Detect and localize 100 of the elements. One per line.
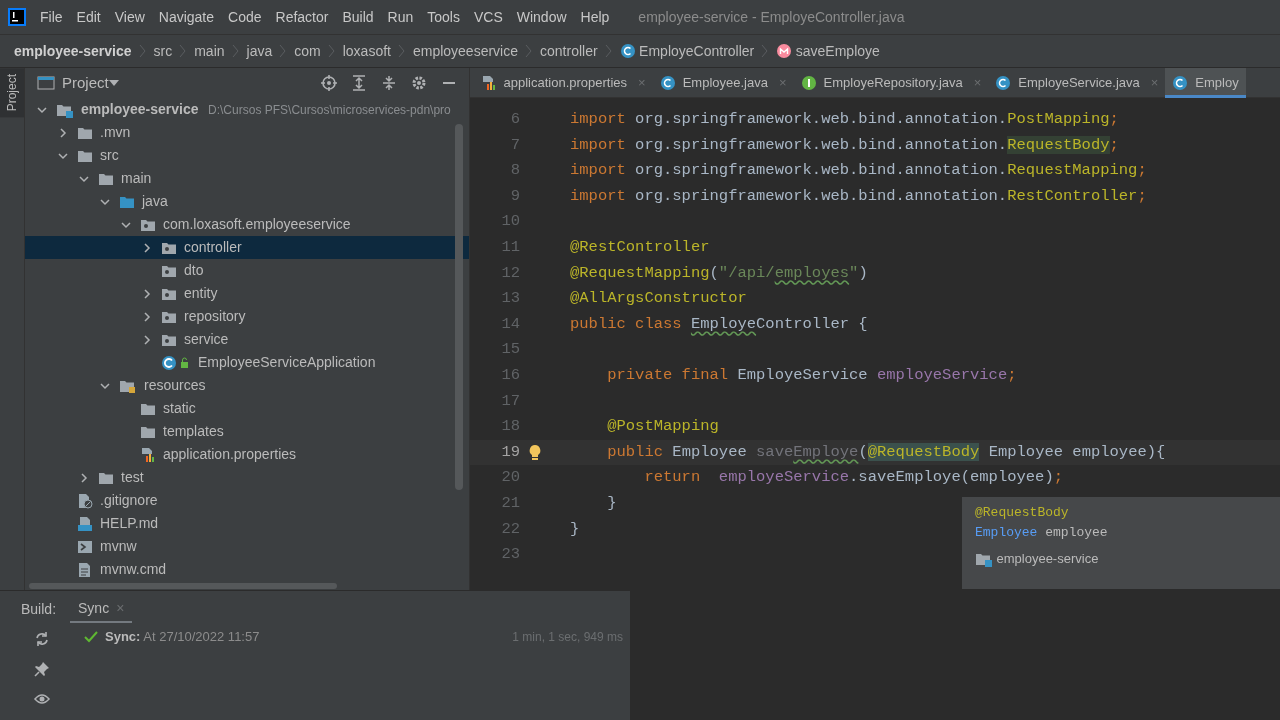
breadcrumb-item[interactable]: EmployeController <box>619 40 755 62</box>
scrollbar[interactable] <box>455 124 463 490</box>
breadcrumb-item[interactable]: main <box>194 40 225 62</box>
menu-item[interactable]: Run <box>380 6 421 28</box>
tree-item[interactable]: employee-service D:\Cursos PFS\Cursos\microservices-pdn\pro <box>25 98 469 121</box>
code-line: import org.springframework.web.bind.annotation.RequestBody; <box>570 134 1119 156</box>
tree-item[interactable]: java <box>25 190 469 213</box>
breadcrumb-label: EmployeController <box>639 41 755 61</box>
line-number: 11 <box>500 236 520 258</box>
line-number: 19 <box>500 441 520 463</box>
breadcrumb-item[interactable]: employeeservice <box>412 40 518 62</box>
menu-item[interactable]: File <box>33 6 70 28</box>
tree-item[interactable]: src <box>25 144 469 167</box>
code-line: return employeService.saveEmploye(employee); <box>643 467 1063 489</box>
project-side-tab[interactable]: Project <box>0 68 24 118</box>
tree-item[interactable]: mvnw <box>25 535 469 558</box>
parameter-signature: Employee employee <box>975 523 1109 542</box>
tree-item[interactable]: EmployeeServiceApplication <box>25 351 469 374</box>
tree-item[interactable]: com.loxasoft.employeeservice <box>25 213 469 236</box>
window-title: employee-service - EmployeController.java <box>638 7 905 27</box>
code-line: @AllArgsConstructor <box>570 288 747 310</box>
build-tab[interactable]: Sync × <box>70 595 133 623</box>
window-icon <box>37 75 55 91</box>
line-number: 8 <box>509 160 520 182</box>
chevron-separator-icon <box>327 44 336 58</box>
tree-item[interactable]: application.properties <box>25 443 469 466</box>
tree-item[interactable]: dto <box>25 259 469 282</box>
build-status-text[interactable]: Sync: At 27/10/2022 11:57 <box>105 627 260 647</box>
editor-tab[interactable]: EmployeRepository.java × <box>793 68 989 98</box>
breadcrumb-item[interactable]: com <box>294 40 321 62</box>
properties-file-icon <box>140 446 156 463</box>
chevron-separator-icon <box>761 44 770 58</box>
tree-item[interactable]: resources <box>25 374 469 397</box>
tree-item[interactable]: test <box>25 466 469 489</box>
collapse-all-icon[interactable] <box>381 75 397 91</box>
tree-item[interactable]: templates <box>25 420 469 443</box>
breadcrumb-item[interactable]: src <box>153 40 173 62</box>
chevron-separator-icon <box>179 44 188 58</box>
chevron-separator-icon <box>138 44 147 58</box>
menu-item[interactable]: Window <box>509 6 574 28</box>
tree-item-label: java <box>142 192 168 211</box>
tree-item[interactable]: repository <box>25 305 469 328</box>
editor-tab[interactable]: EmployeService.java × <box>988 68 1166 98</box>
menu-item[interactable]: Tools <box>420 6 467 28</box>
menu-item[interactable]: Code <box>221 6 269 28</box>
project-path: D:\Cursos PFS\Cursos\microservices-pdn\pro <box>208 101 451 119</box>
editor-tab[interactable]: application.properties × <box>473 68 653 98</box>
scrollbar[interactable] <box>29 583 337 589</box>
tree-item-label: resources <box>144 376 206 395</box>
caret-icon <box>108 80 119 86</box>
pin-icon[interactable] <box>34 660 50 677</box>
code-line: import org.springframework.web.bind.annotation.PostMapping; <box>570 109 1119 130</box>
tree-item-label: controller <box>184 238 242 257</box>
tree-item-label: service <box>184 330 229 349</box>
tree-item-label: static <box>163 399 196 418</box>
target-icon[interactable] <box>321 75 337 91</box>
line-number: 21 <box>500 492 520 514</box>
breadcrumb-item[interactable]: loxasoft <box>342 40 391 62</box>
tree-item-label: main <box>121 169 152 188</box>
editor-tab[interactable]: Employ <box>1165 68 1246 98</box>
tree-item-label: entity <box>184 284 218 303</box>
panel-title-dropdown[interactable]: Project <box>62 71 109 95</box>
code-line: import org.springframework.web.bind.annotation.RestController; <box>570 185 1147 207</box>
menu-item[interactable]: Navigate <box>151 6 222 28</box>
refresh-icon[interactable] <box>34 630 50 647</box>
menu-item[interactable]: Build <box>335 6 381 28</box>
menu-item[interactable]: Refactor <box>268 6 336 28</box>
tree-item[interactable]: service <box>25 328 469 351</box>
code-line: public Employee saveEmploye(@RequestBody Employee employee){ <box>606 441 1166 463</box>
code-line: private final EmployeService employeService; <box>606 364 1017 386</box>
module-name: employee-service <box>996 550 1099 568</box>
tree-item[interactable]: HELP.md <box>25 512 469 535</box>
method-icon <box>776 43 793 59</box>
tree-item[interactable]: mvnw.cmd <box>25 558 469 581</box>
markdown-file-icon <box>77 515 93 532</box>
editor-tab[interactable]: Employee.java × <box>652 68 794 98</box>
app-logo-icon <box>8 8 26 26</box>
tree-item[interactable]: entity <box>25 282 469 305</box>
breadcrumb-item[interactable]: java <box>246 40 273 62</box>
tree-item[interactable]: main <box>25 167 469 190</box>
expand-all-icon[interactable] <box>351 75 367 91</box>
code-line: @RequestMapping("/api/employes") <box>570 262 868 284</box>
breadcrumb-item[interactable]: controller <box>540 40 598 62</box>
code-line: } <box>570 518 580 540</box>
tree-item[interactable]: .mvn <box>25 121 469 144</box>
menu-item[interactable]: Edit <box>69 6 108 28</box>
breadcrumb-item[interactable]: saveEmploye <box>776 40 880 62</box>
code-line: } <box>606 492 617 514</box>
terminal-file-icon <box>77 538 93 555</box>
line-number: 12 <box>500 262 520 284</box>
breadcrumb-item[interactable]: employee-service <box>14 40 132 62</box>
menu-item[interactable]: Help <box>573 6 617 28</box>
tree-item[interactable]: static <box>25 397 469 420</box>
settings-icon[interactable] <box>411 75 427 91</box>
code-line: public class EmployeController { <box>570 313 868 335</box>
tree-item-label: EmployeeServiceApplication <box>198 353 376 372</box>
menu-item[interactable]: VCS <box>466 6 510 28</box>
tree-item[interactable]: .gitignore <box>25 489 469 512</box>
tree-item[interactable]: controller <box>25 236 469 259</box>
menu-item[interactable]: View <box>107 6 152 28</box>
